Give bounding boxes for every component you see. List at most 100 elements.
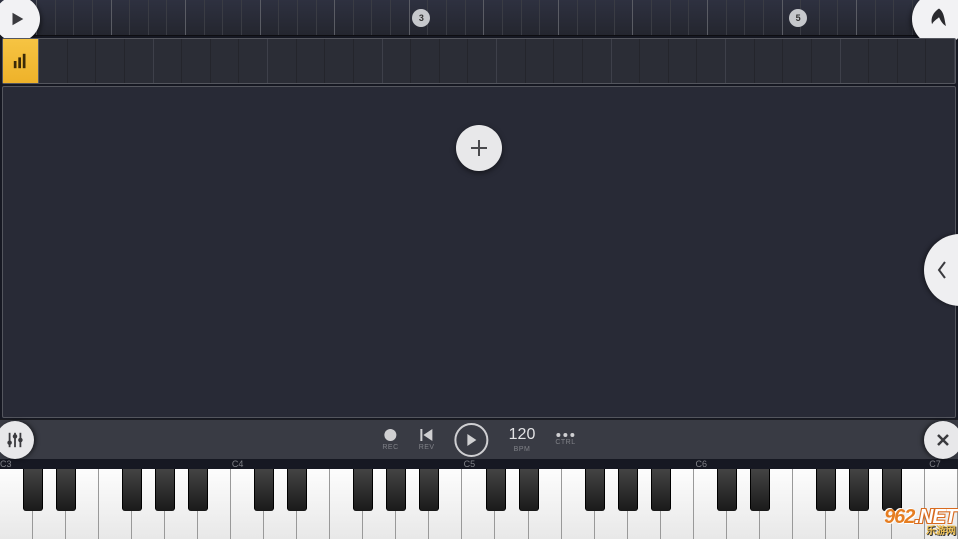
pattern-grid[interactable]	[39, 39, 955, 83]
pattern-cell[interactable]	[154, 39, 183, 83]
timeline-tick	[185, 0, 186, 35]
pattern-cell[interactable]	[383, 39, 412, 83]
more-icon	[556, 433, 574, 437]
pattern-cell[interactable]	[841, 39, 870, 83]
play-button[interactable]	[455, 423, 489, 457]
pattern-cell[interactable]	[554, 39, 583, 83]
pattern-cell[interactable]	[468, 39, 497, 83]
pattern-cell[interactable]	[39, 39, 68, 83]
pattern-cell[interactable]	[526, 39, 555, 83]
timeline-tick	[334, 0, 335, 35]
timeline-tick	[614, 0, 615, 35]
timeline-tick	[875, 0, 876, 35]
timeline-tick	[726, 0, 727, 35]
pattern-cell[interactable]	[239, 39, 268, 83]
bar-marker[interactable]: 3	[412, 9, 430, 27]
black-key[interactable]	[816, 469, 836, 511]
timeline-ruler[interactable]: 35	[0, 0, 958, 36]
bar-marker[interactable]: 5	[789, 9, 807, 27]
mixer-button[interactable]	[0, 421, 34, 459]
timeline-tick	[166, 0, 167, 35]
pattern-cell[interactable]	[640, 39, 669, 83]
bpm-value: 120	[509, 426, 536, 444]
black-key[interactable]	[353, 469, 373, 511]
timeline-tick	[446, 0, 447, 35]
black-key[interactable]	[419, 469, 439, 511]
fl-logo-icon	[925, 5, 953, 33]
pattern-cell[interactable]	[325, 39, 354, 83]
black-key[interactable]	[618, 469, 638, 511]
black-key[interactable]	[882, 469, 902, 511]
pattern-cell[interactable]	[440, 39, 469, 83]
timeline-tick	[222, 0, 223, 35]
timeline-tick	[521, 0, 522, 35]
add-clip-button[interactable]	[456, 125, 502, 171]
pattern-cell[interactable]	[726, 39, 755, 83]
timeline-tick	[744, 0, 745, 35]
pattern-cell[interactable]	[96, 39, 125, 83]
pattern-cell[interactable]	[411, 39, 440, 83]
black-key[interactable]	[519, 469, 539, 511]
pattern-cell[interactable]	[354, 39, 383, 83]
black-key[interactable]	[56, 469, 76, 511]
pattern-cell[interactable]	[125, 39, 154, 83]
octave-label: C3	[0, 459, 12, 469]
pattern-cell[interactable]	[297, 39, 326, 83]
close-keyboard-button[interactable]	[924, 421, 958, 459]
timeline-tick	[539, 0, 540, 35]
timeline-tick	[502, 0, 503, 35]
pattern-cell[interactable]	[898, 39, 927, 83]
pattern-cell[interactable]	[583, 39, 612, 83]
close-icon	[935, 432, 951, 448]
timeline-tick	[707, 0, 708, 35]
pattern-cell[interactable]	[812, 39, 841, 83]
black-key[interactable]	[254, 469, 274, 511]
piano-keyboard[interactable]	[0, 469, 958, 539]
black-key[interactable]	[750, 469, 770, 511]
pattern-cell[interactable]	[497, 39, 526, 83]
record-icon	[384, 428, 398, 442]
timeline-tick	[670, 0, 671, 35]
pattern-cell[interactable]	[783, 39, 812, 83]
ctrl-button[interactable]: CTRL	[555, 433, 575, 446]
black-key[interactable]	[585, 469, 605, 511]
black-key[interactable]	[386, 469, 406, 511]
rewind-button[interactable]: REV	[419, 428, 435, 451]
pattern-cell[interactable]	[869, 39, 898, 83]
pattern-cell[interactable]	[697, 39, 726, 83]
transport-controls: REC REV 120 BPM CTRL	[382, 423, 575, 457]
timeline-tick	[465, 0, 466, 35]
timeline-tick	[278, 0, 279, 35]
timeline-tick	[651, 0, 652, 35]
pattern-cell[interactable]	[182, 39, 211, 83]
black-key[interactable]	[717, 469, 737, 511]
timeline-tick	[893, 0, 894, 35]
pattern-cell[interactable]	[612, 39, 641, 83]
black-key[interactable]	[188, 469, 208, 511]
black-key[interactable]	[486, 469, 506, 511]
octave-label-row: C3C4C5C6C7	[0, 459, 958, 469]
track-levels-tab[interactable]	[3, 39, 39, 83]
record-button[interactable]: REC	[382, 428, 398, 451]
black-key[interactable]	[23, 469, 43, 511]
timeline-tick	[782, 0, 783, 35]
black-key[interactable]	[155, 469, 175, 511]
black-key[interactable]	[287, 469, 307, 511]
pattern-cell[interactable]	[211, 39, 240, 83]
play-button-top[interactable]	[0, 0, 40, 42]
pattern-cell[interactable]	[268, 39, 297, 83]
play-icon	[8, 10, 26, 28]
pattern-cell[interactable]	[669, 39, 698, 83]
bpm-control[interactable]: 120 BPM	[509, 426, 536, 453]
white-key[interactable]	[925, 469, 958, 539]
black-key[interactable]	[651, 469, 671, 511]
black-key[interactable]	[122, 469, 142, 511]
timeline-tick	[483, 0, 484, 35]
pattern-cell[interactable]	[68, 39, 97, 83]
record-label: REC	[382, 444, 398, 451]
timeline-tick	[111, 0, 112, 35]
black-key[interactable]	[849, 469, 869, 511]
clip-area[interactable]	[2, 86, 956, 418]
pattern-cell[interactable]	[755, 39, 784, 83]
pattern-cell[interactable]	[926, 39, 955, 83]
